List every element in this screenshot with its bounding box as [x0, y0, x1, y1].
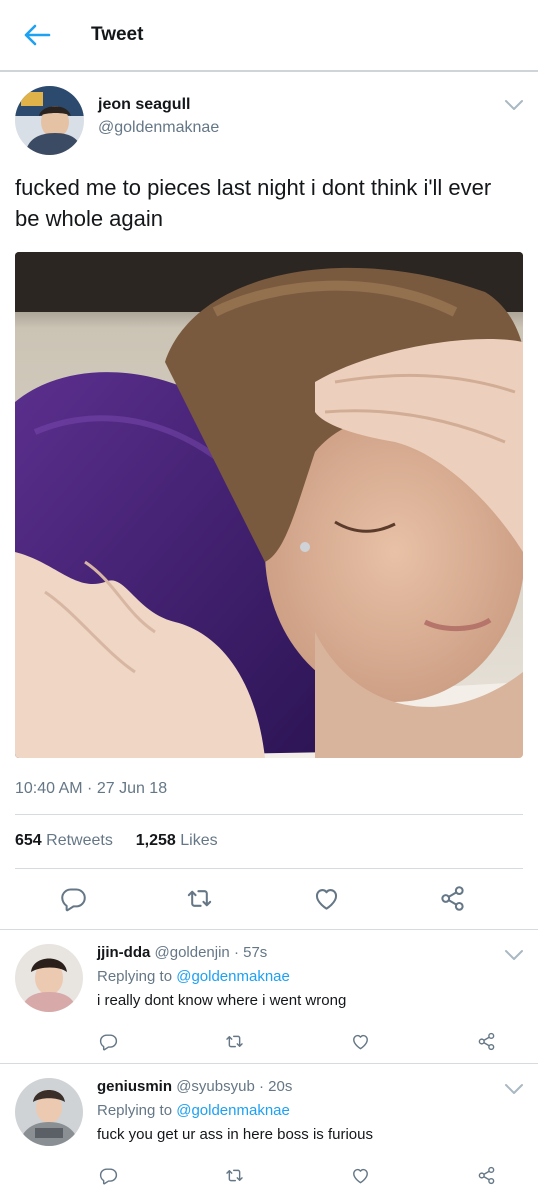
reply-icon	[99, 1166, 118, 1185]
tweet-photo[interactable]	[15, 252, 523, 758]
reply-icon	[99, 1032, 118, 1051]
reply-button[interactable]	[58, 883, 88, 913]
reply-actions	[97, 1164, 497, 1186]
reply-tweet[interactable]: geniusmin @syubsyub · 20s Replying to @g…	[0, 1063, 538, 1197]
like-icon	[351, 1166, 370, 1185]
arrow-left-icon	[24, 24, 51, 46]
reply-author-handle[interactable]: @goldenjin	[155, 944, 230, 961]
reply-button[interactable]	[97, 1030, 119, 1052]
share-button[interactable]	[438, 883, 468, 913]
reply-header: geniusmin @syubsyub · 20s	[97, 1078, 292, 1095]
back-button[interactable]	[20, 20, 54, 50]
tweet-text: fucked me to pieces last night i dont th…	[15, 175, 492, 231]
retweet-icon	[225, 1032, 244, 1051]
separator-dot: ·	[258, 1078, 264, 1095]
reply-avatar[interactable]	[15, 1078, 83, 1146]
like-button[interactable]	[311, 883, 341, 913]
replying-to: Replying to @goldenmaknae	[97, 1102, 290, 1119]
author-handle[interactable]: @goldenmaknae	[98, 119, 219, 137]
separator-dot: ·	[233, 944, 239, 961]
top-bar: Tweet	[0, 0, 538, 72]
divider	[15, 814, 523, 815]
chevron-down-icon[interactable]	[504, 98, 524, 112]
retweets-label[interactable]: Retweets	[46, 832, 113, 849]
reply-author-name[interactable]: jjin-dda	[97, 944, 150, 961]
replying-to-mention[interactable]: @goldenmaknae	[176, 1102, 290, 1119]
share-icon	[439, 885, 466, 912]
reply-time: 20s	[268, 1078, 293, 1095]
reply-actions	[97, 1030, 497, 1052]
like-icon	[351, 1032, 370, 1051]
reply-avatar[interactable]	[15, 944, 83, 1012]
reply-text: fuck you get ur ass in here boss is furi…	[97, 1126, 373, 1143]
retweet-icon	[225, 1166, 244, 1185]
reply-author-name[interactable]: geniusmin	[97, 1078, 172, 1095]
tweet-stats: 654 Retweets 1,258 Likes	[15, 832, 218, 850]
retweets-count[interactable]: 654	[15, 832, 42, 849]
author-name[interactable]: jeon seagull	[98, 96, 190, 114]
share-button[interactable]	[475, 1164, 497, 1186]
like-button[interactable]	[349, 1164, 371, 1186]
reply-tweet[interactable]: jjin-dda @goldenjin · 57s Replying to @g…	[0, 929, 538, 1063]
author-avatar[interactable]	[15, 86, 84, 155]
reply-text: i really dont know where i went wrong	[97, 992, 347, 1009]
replying-prefix: Replying to	[97, 968, 173, 985]
reply-icon	[60, 885, 87, 912]
likes-label[interactable]: Likes	[180, 832, 217, 849]
tweet-timestamp[interactable]: 10:40 AM · 27 Jun 18	[15, 780, 167, 798]
replying-prefix: Replying to	[97, 1102, 173, 1119]
retweet-button[interactable]	[223, 1030, 245, 1052]
chevron-down-icon[interactable]	[504, 948, 524, 962]
chevron-down-icon[interactable]	[504, 1082, 524, 1096]
retweet-button[interactable]	[223, 1164, 245, 1186]
reply-time: 57s	[243, 944, 268, 961]
reply-button[interactable]	[97, 1164, 119, 1186]
tweet-actions	[0, 883, 538, 913]
like-icon	[313, 885, 340, 912]
reply-author-handle[interactable]: @syubsyub	[176, 1078, 255, 1095]
replying-to-mention[interactable]: @goldenmaknae	[176, 968, 290, 985]
retweet-button[interactable]	[185, 883, 215, 913]
share-icon	[477, 1032, 496, 1051]
share-icon	[477, 1166, 496, 1185]
like-button[interactable]	[349, 1030, 371, 1052]
divider	[15, 868, 523, 869]
retweet-icon	[186, 885, 213, 912]
replying-to: Replying to @goldenmaknae	[97, 968, 290, 985]
likes-count[interactable]: 1,258	[136, 832, 176, 849]
reply-header: jjin-dda @goldenjin · 57s	[97, 944, 267, 961]
share-button[interactable]	[475, 1030, 497, 1052]
page-title: Tweet	[91, 24, 144, 45]
